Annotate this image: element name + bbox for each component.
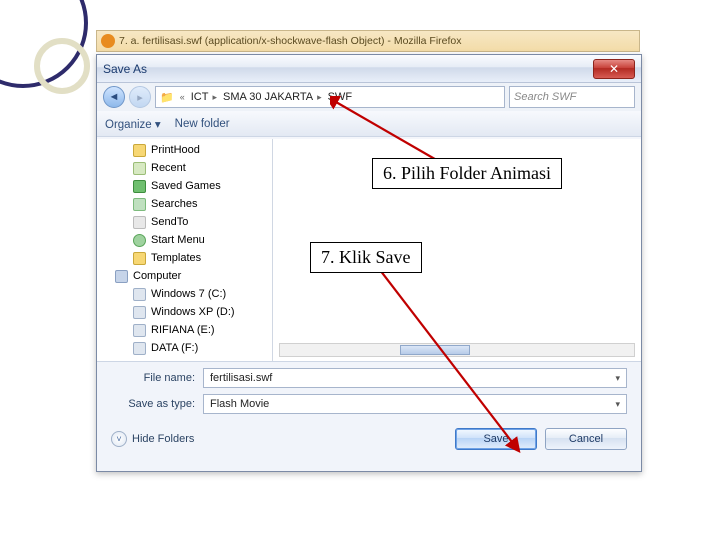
recent-icon — [133, 162, 146, 175]
chevron-right-icon: ▸ — [137, 91, 143, 104]
save-type-label: Save as type: — [111, 398, 203, 410]
tree-node[interactable]: Start Menu — [97, 231, 272, 249]
drive-icon — [133, 342, 146, 355]
chevron-icon: « — [180, 92, 185, 102]
firefox-icon — [101, 34, 115, 48]
hide-folders-toggle[interactable]: ˅ Hide Folders — [111, 431, 194, 447]
close-icon: ✕ — [609, 62, 619, 76]
tree-node[interactable]: Searches — [97, 195, 272, 213]
tree-node[interactable]: Saved Games — [97, 177, 272, 195]
tree-node[interactable]: Templates — [97, 249, 272, 267]
save-button[interactable]: Save — [455, 428, 537, 450]
slide-corner-decoration — [0, 0, 90, 100]
drive-icon — [133, 324, 146, 337]
dialog-titlebar[interactable]: Save As ✕ — [97, 55, 641, 83]
nav-back-button[interactable]: ◄ — [103, 86, 125, 108]
tree-node-label: Windows 7 (C:) — [151, 288, 226, 300]
tree-node-label: Recent — [151, 162, 186, 174]
folder-tree[interactable]: PrintHood Recent Saved Games Searches SendTo… — [97, 139, 273, 361]
drive-icon — [133, 306, 146, 319]
close-button[interactable]: ✕ — [593, 59, 635, 79]
tree-node-label: Start Menu — [151, 234, 205, 246]
tree-node[interactable]: Computer — [97, 267, 272, 285]
tree-node-label: RIFIANA (E:) — [151, 324, 215, 336]
save-type-select[interactable]: Flash Movie▾ — [203, 394, 627, 414]
breadcrumb-bar[interactable]: 📁 « ICT▸ SMA 30 JAKARTA▸ SWF — [155, 86, 505, 108]
instruction-callout-6: 6. Pilih Folder Animasi — [372, 158, 562, 189]
dialog-title: Save As — [103, 62, 147, 76]
menu-icon — [133, 234, 146, 247]
cancel-button[interactable]: Cancel — [545, 428, 627, 450]
folder-icon: 📁 — [160, 91, 174, 104]
new-folder-button[interactable]: New folder — [175, 118, 230, 130]
scrollbar-thumb[interactable] — [400, 345, 470, 355]
comp-icon — [115, 270, 128, 283]
horizontal-scrollbar[interactable] — [279, 343, 635, 357]
search-icon — [133, 198, 146, 211]
tree-node[interactable]: Windows XP (D:) — [97, 303, 272, 321]
dialog-footer: File name: fertilisasi.swf▾ Save as type… — [97, 361, 641, 471]
search-input[interactable]: Search SWF — [509, 86, 635, 108]
organize-menu[interactable]: Organize ▾ — [105, 117, 161, 131]
address-row: ◄ ▸ 📁 « ICT▸ SMA 30 JAKARTA▸ SWF Search … — [97, 83, 641, 111]
toolbar: Organize ▾ New folder — [97, 111, 641, 137]
tree-node[interactable]: RIFIANA (E:) — [97, 321, 272, 339]
tree-node-label: DATA (F:) — [151, 342, 198, 354]
chevron-down-icon[interactable]: ▾ — [615, 399, 620, 410]
tree-node-label: SendTo — [151, 216, 188, 228]
file-name-label: File name: — [111, 372, 203, 384]
tree-node[interactable]: SendTo — [97, 213, 272, 231]
tree-node[interactable]: PrintHood — [97, 141, 272, 159]
file-name-input[interactable]: fertilisasi.swf▾ — [203, 368, 627, 388]
send-icon — [133, 216, 146, 229]
tree-node-label: PrintHood — [151, 144, 200, 156]
tree-node-label: Computer — [133, 270, 181, 282]
breadcrumb-item[interactable]: SMA 30 JAKARTA▸ — [223, 91, 322, 103]
tree-node[interactable]: Windows 7 (C:) — [97, 285, 272, 303]
drive-icon — [133, 288, 146, 301]
tree-node-label: Saved Games — [151, 180, 221, 192]
tree-node-label: Templates — [151, 252, 201, 264]
search-placeholder: Search SWF — [514, 91, 576, 103]
chevron-down-icon[interactable]: ▾ — [615, 373, 620, 384]
templ-icon — [133, 252, 146, 265]
nav-forward-button[interactable]: ▸ — [129, 86, 151, 108]
folder-icon — [133, 144, 146, 157]
hide-folders-label: Hide Folders — [132, 433, 194, 445]
tree-node-label: Searches — [151, 198, 197, 210]
chevron-left-icon: ◄ — [109, 91, 120, 103]
tree-node[interactable]: Recent — [97, 159, 272, 177]
collapse-icon: ˅ — [111, 431, 127, 447]
browser-tab-title: 7. a. fertilisasi.swf (application/x-sho… — [119, 35, 462, 47]
instruction-callout-7: 7. Klik Save — [310, 242, 422, 273]
breadcrumb-item[interactable]: SWF — [328, 91, 352, 103]
saved-icon — [133, 180, 146, 193]
breadcrumb-item[interactable]: ICT▸ — [191, 91, 217, 103]
tree-node[interactable]: DATA (F:) — [97, 339, 272, 357]
tree-node-label: Windows XP (D:) — [151, 306, 235, 318]
browser-titlebar: 7. a. fertilisasi.swf (application/x-sho… — [96, 30, 640, 52]
